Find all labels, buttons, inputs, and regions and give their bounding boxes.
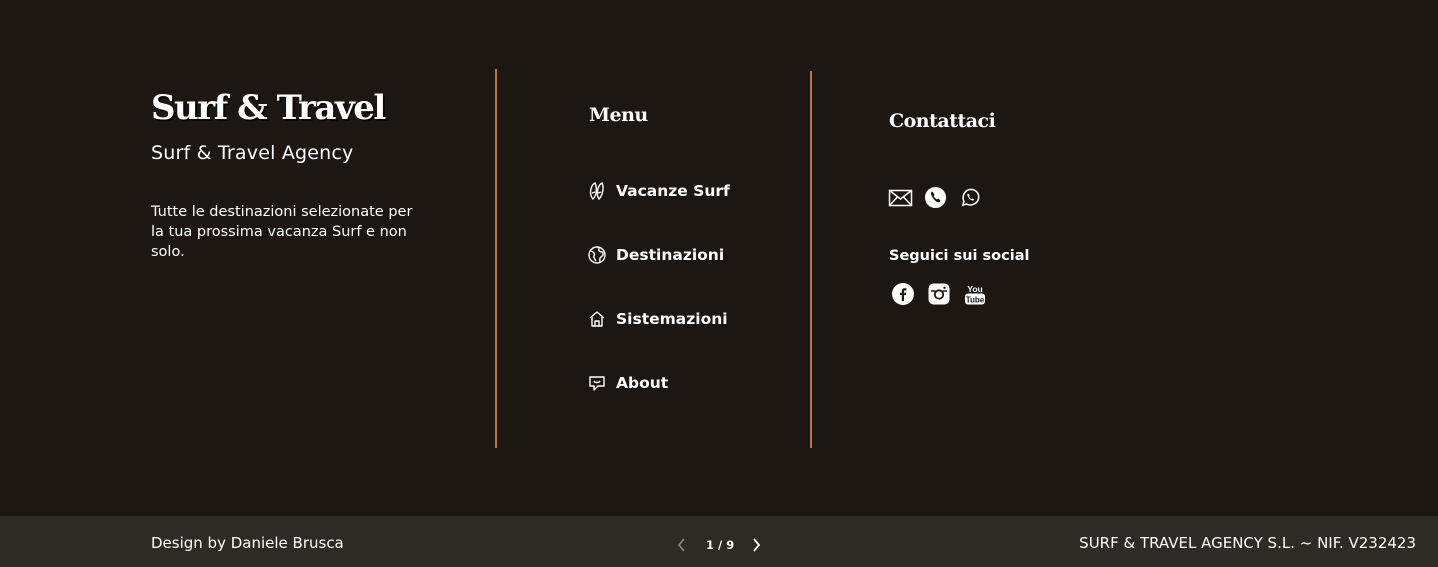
contact-heading: Contattaci <box>889 110 996 132</box>
menu-item-label: Vacanze Surf <box>616 182 730 200</box>
surfboard-icon <box>587 181 607 201</box>
house-icon <box>587 309 607 329</box>
pager: 1 / 9 <box>672 534 766 556</box>
menu-item-label: Sistemazioni <box>616 310 728 328</box>
menu-item-label: Destinazioni <box>616 246 725 264</box>
menu-heading: Menu <box>589 104 648 126</box>
social-icons: You Tube <box>890 281 987 306</box>
whatsapp-icon[interactable] <box>958 185 983 210</box>
footer-main: Surf & Travel Surf & Travel Agency Tutte… <box>0 0 1438 516</box>
design-credit: Design by Daniele Brusca <box>151 534 344 552</box>
menu-item-sistemazioni[interactable]: Sistemazioni <box>587 307 728 331</box>
menu-item-label: About <box>616 374 669 392</box>
phone-icon[interactable] <box>923 185 948 210</box>
brand-description: Tutte le destinazioni selezionate per la… <box>151 204 413 260</box>
menu-item-vacanze-surf[interactable]: Vacanze Surf <box>587 179 730 203</box>
company-legal-info: SURF & TRAVEL AGENCY S.L. ~ NIF. V232423 <box>1079 534 1416 552</box>
svg-text:Tube: Tube <box>965 295 984 304</box>
instagram-icon[interactable] <box>926 281 951 306</box>
mail-icon[interactable] <box>888 185 913 210</box>
menu-item-destinazioni[interactable]: Destinazioni <box>587 243 724 267</box>
globe-icon <box>587 245 607 265</box>
column-divider <box>495 69 497 448</box>
svg-text:You: You <box>967 284 982 294</box>
prev-page-button[interactable] <box>672 535 692 555</box>
column-divider <box>810 71 812 448</box>
menu-item-about[interactable]: About <box>587 371 668 395</box>
contact-icons <box>888 185 983 210</box>
page-indicator: 1 / 9 <box>706 538 735 552</box>
bottom-bar: Design by Daniele Brusca 1 / 9 SURF & TR… <box>0 516 1438 567</box>
brand-title[interactable]: Surf & Travel <box>151 88 386 128</box>
next-page-button[interactable] <box>746 535 766 555</box>
facebook-icon[interactable] <box>890 281 915 306</box>
chat-icon <box>587 373 607 393</box>
brand-subtitle: Surf & Travel Agency <box>151 142 354 164</box>
social-heading: Seguici sui social <box>889 248 1030 264</box>
youtube-icon[interactable]: You Tube <box>962 281 987 306</box>
